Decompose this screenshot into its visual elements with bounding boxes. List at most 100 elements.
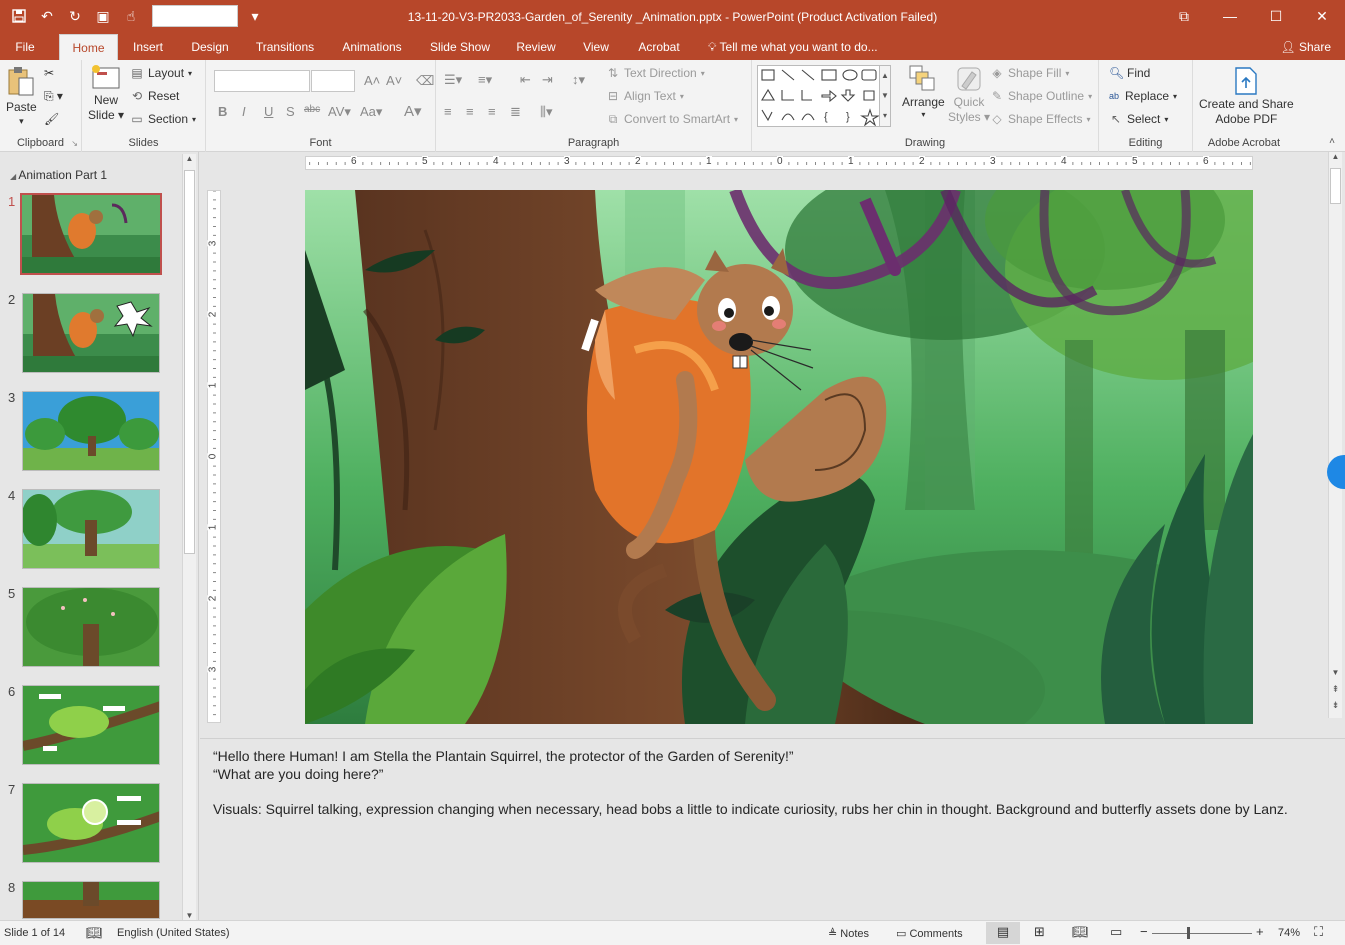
font-size-input[interactable] <box>311 70 355 92</box>
shape-effects-button[interactable]: ◇ Shape Effects ▾ <box>990 112 1090 126</box>
tab-acrobat[interactable]: Acrobat <box>630 34 688 60</box>
tab-design[interactable]: Design <box>184 34 236 60</box>
minimize-icon[interactable]: — <box>1207 0 1253 32</box>
format-painter-icon[interactable]: 🖌︎ <box>44 112 59 126</box>
slide-number: 3 <box>8 390 16 405</box>
tab-file[interactable]: File <box>4 34 46 60</box>
align-center-icon[interactable]: ≡ <box>466 104 474 119</box>
tab-insert[interactable]: Insert <box>126 34 170 60</box>
decrease-indent-icon[interactable]: ⇤ <box>520 72 531 88</box>
previous-slide-icon[interactable]: ⇞ <box>1329 684 1342 695</box>
align-right-icon[interactable]: ≡ <box>488 104 496 119</box>
next-slide-icon[interactable]: ⇟ <box>1329 700 1342 711</box>
reading-view-icon[interactable]: 📖︎ <box>1072 924 1089 940</box>
tab-slide-show[interactable]: Slide Show <box>425 34 495 60</box>
bold-icon[interactable]: B <box>218 104 227 119</box>
ruler-label: 1 <box>207 524 219 531</box>
justify-icon[interactable]: ≣ <box>510 104 521 120</box>
slide-canvas[interactable] <box>305 190 1253 724</box>
tab-transitions[interactable]: Transitions <box>250 34 320 60</box>
slides-pane-scrollbar[interactable]: ▲ ▼ <box>182 154 196 920</box>
tab-animations[interactable]: Animations <box>335 34 409 60</box>
comments-button[interactable]: ▭ Comments <box>896 927 963 940</box>
clear-format-icon[interactable]: ⌫ <box>416 73 434 89</box>
slideshow-view-icon[interactable]: ▭ <box>1110 924 1122 940</box>
section-button[interactable]: ▭ Section ▾ <box>130 112 196 126</box>
shape-outline-button[interactable]: ✎ Shape Outline ▾ <box>990 89 1092 103</box>
slide-number: 5 <box>8 586 16 601</box>
tab-home[interactable]: Home <box>59 34 118 60</box>
convert-smartart-button[interactable]: ⧉ Convert to SmartArt ▾ <box>606 112 738 126</box>
tab-review[interactable]: Review <box>510 34 562 60</box>
maximize-icon[interactable]: ☐ <box>1253 0 1299 32</box>
thumb-image <box>22 293 160 373</box>
spellcheck-icon[interactable]: 📖︎ <box>86 925 103 941</box>
line-spacing-icon[interactable]: ↕▾ <box>572 72 585 88</box>
layout-button[interactable]: ▤ Layout ▾ <box>130 66 192 80</box>
reset-button[interactable]: ⟲ Reset <box>130 89 179 103</box>
replace-button[interactable]: ab Replace ▾ <box>1107 89 1177 103</box>
shape-fill-button[interactable]: ◈ Shape Fill ▾ <box>990 66 1069 80</box>
shadow-icon[interactable]: S <box>286 104 295 119</box>
columns-icon[interactable]: ⫼▾ <box>540 104 553 120</box>
collapse-ribbon-icon[interactable]: ˄ <box>1329 136 1335 147</box>
dialog-launcher-icon[interactable]: ↘ <box>71 139 78 148</box>
scroll-thumb[interactable] <box>1330 168 1341 204</box>
shapes-gallery[interactable]: {} <box>757 65 885 127</box>
zoom-slider-track[interactable] <box>1152 933 1252 934</box>
shrink-font-icon[interactable]: A˅ <box>386 73 402 88</box>
bullets-icon[interactable]: ☰▾ <box>444 72 462 88</box>
zoom-out-icon[interactable]: − <box>1140 924 1148 939</box>
increase-indent-icon[interactable]: ⇥ <box>542 72 553 88</box>
change-case-icon[interactable]: Aa▾ <box>360 104 382 120</box>
create-adobe-pdf-button[interactable]: Create and Share Adobe PDF <box>1199 66 1294 126</box>
zoom-level[interactable]: 74% <box>1278 927 1300 939</box>
zoom-slider-thumb[interactable] <box>1187 927 1190 939</box>
share-button[interactable]: 👤︎ Share <box>1274 37 1337 57</box>
grow-font-icon[interactable]: A˄ <box>364 73 380 88</box>
group-editing: 🔍︎ Find ab Replace ▾ ↖ Select ▾ Editing <box>1099 60 1193 152</box>
fit-slide-icon[interactable]: ⛶ <box>1314 924 1323 940</box>
copy-icon[interactable]: ⎘ ▾ <box>44 89 63 104</box>
slide-sorter-icon[interactable]: ⊞ <box>1034 924 1045 940</box>
clipboard-label: Clipboard <box>16 137 65 149</box>
find-button[interactable]: 🔍︎ Find <box>1109 66 1150 80</box>
scroll-up-icon[interactable]: ▲ <box>183 154 196 163</box>
zoom-in-icon[interactable]: + <box>1256 924 1264 939</box>
ruler-label: 0 <box>777 156 783 167</box>
slide-number: 1 <box>8 194 16 209</box>
arrange-button[interactable]: Arrange ▾ <box>902 64 945 119</box>
cut-icon[interactable]: ✂ <box>44 66 54 80</box>
language-indicator[interactable]: English (United States) <box>117 927 230 939</box>
tab-view[interactable]: View <box>576 34 616 60</box>
normal-view-icon[interactable]: ▤ <box>986 922 1020 944</box>
shapes-gallery-scroll[interactable]: ▲ ▼ ▾ <box>879 65 891 127</box>
underline-icon[interactable]: U <box>264 104 273 119</box>
scroll-thumb[interactable] <box>184 170 195 554</box>
editor-scrollbar[interactable]: ▲ ▼ ⇞ ⇟ <box>1328 152 1342 718</box>
strikethrough-icon[interactable]: abc <box>304 104 320 115</box>
new-slide-button[interactable]: New Slide ▾ <box>88 64 124 122</box>
paragraph-label: Paragraph <box>567 137 620 149</box>
tell-me-search[interactable]: 💡︎ Tell me what you want to do... <box>708 34 878 60</box>
quick-styles-button[interactable]: Quick Styles ▾ <box>948 64 990 124</box>
numbering-icon[interactable]: ≡▾ <box>478 72 492 88</box>
notes-pane[interactable]: “Hello there Human! I am Stella the Plan… <box>200 738 1345 920</box>
paste-button[interactable]: Paste ▾ <box>6 66 37 127</box>
align-left-icon[interactable]: ≡ <box>444 104 452 119</box>
font-color-icon[interactable]: A▾ <box>404 102 422 120</box>
select-button[interactable]: ↖ Select ▾ <box>1109 112 1168 126</box>
notes-toggle-button[interactable]: ≜ Notes <box>828 927 869 940</box>
char-spacing-icon[interactable]: AV▾ <box>328 104 351 120</box>
scroll-up-icon[interactable]: ▲ <box>1329 152 1342 161</box>
align-text-button[interactable]: ⊟ Align Text ▾ <box>606 89 684 103</box>
ribbon-display-icon[interactable]: ⧉ <box>1161 0 1207 32</box>
notes-line-3: Visuals: Squirrel talking, expression ch… <box>213 801 1288 817</box>
scroll-down-icon[interactable]: ▼ <box>183 911 196 920</box>
text-direction-button[interactable]: ⇅ Text Direction ▾ <box>606 66 705 80</box>
close-icon[interactable]: ✕ <box>1299 0 1345 32</box>
italic-icon[interactable]: I <box>242 104 246 119</box>
scroll-down-icon[interactable]: ▼ <box>1329 668 1342 677</box>
font-name-input[interactable] <box>214 70 310 92</box>
section-header[interactable]: ◢ Animation Part 1 <box>10 168 107 182</box>
